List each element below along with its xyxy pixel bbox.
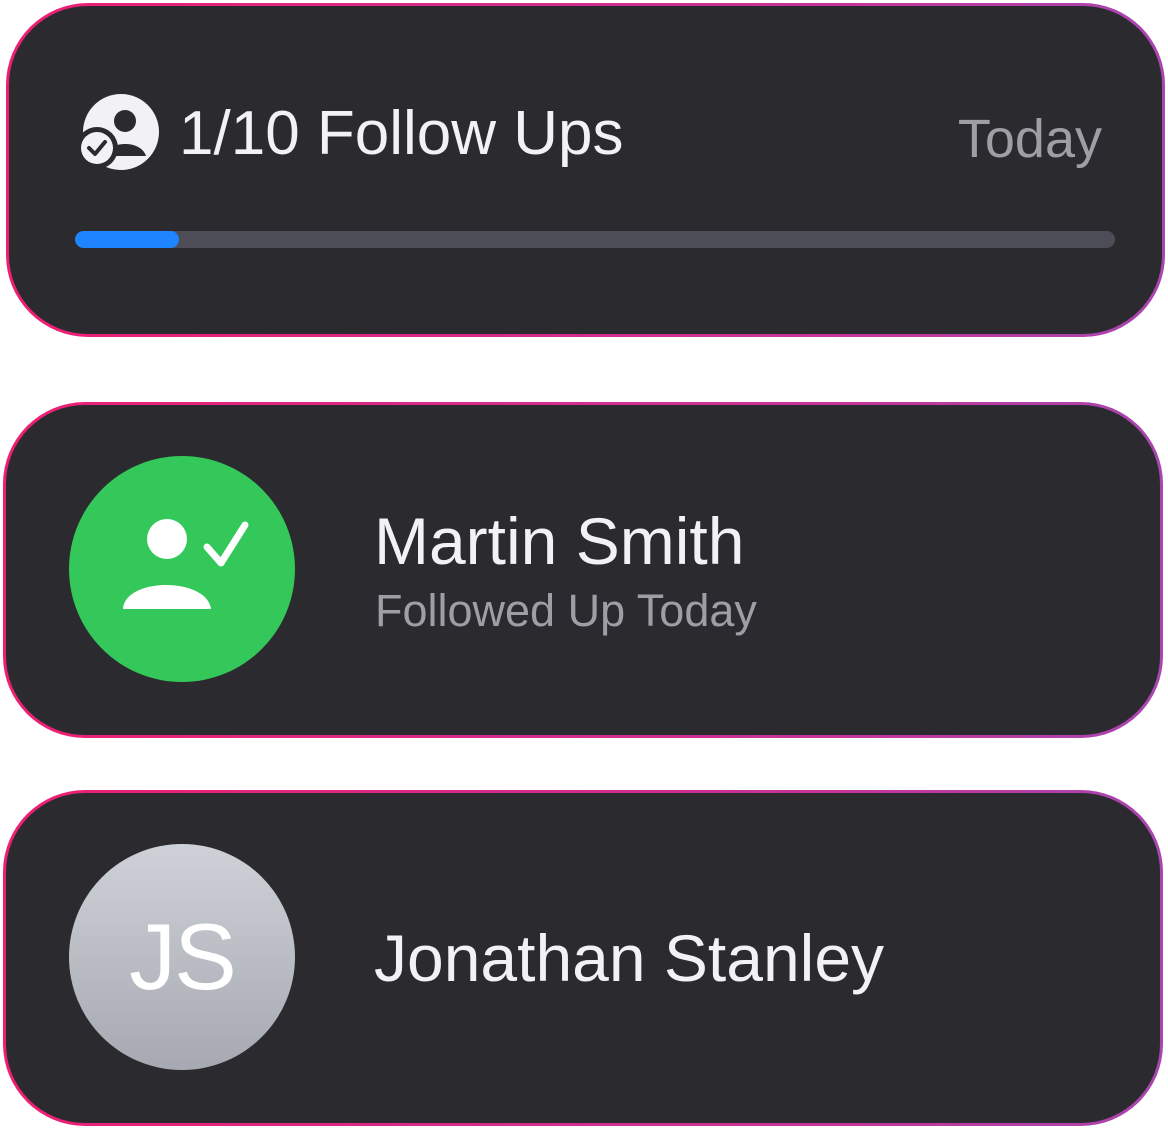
person-crop-circle-badge-checkmark-icon [75,94,161,170]
follow-ups-summary-card[interactable]: 1/10 Follow Ups Today [6,3,1165,337]
contact-row[interactable]: Martin Smith Followed Up Today [3,402,1163,738]
contact-name: Martin Smith [374,504,745,578]
follow-ups-count-title: 1/10 Follow Ups [179,99,624,168]
progress-bar-fill [75,231,179,248]
progress-bar [75,231,1115,248]
contact-name: Jonathan Stanley [374,921,885,995]
avatar [69,456,295,682]
avatar: JS [69,844,295,1070]
date-label: Today [957,109,1102,169]
contact-row[interactable]: JS Jonathan Stanley [3,790,1163,1126]
contact-status: Followed Up Today [375,585,757,636]
